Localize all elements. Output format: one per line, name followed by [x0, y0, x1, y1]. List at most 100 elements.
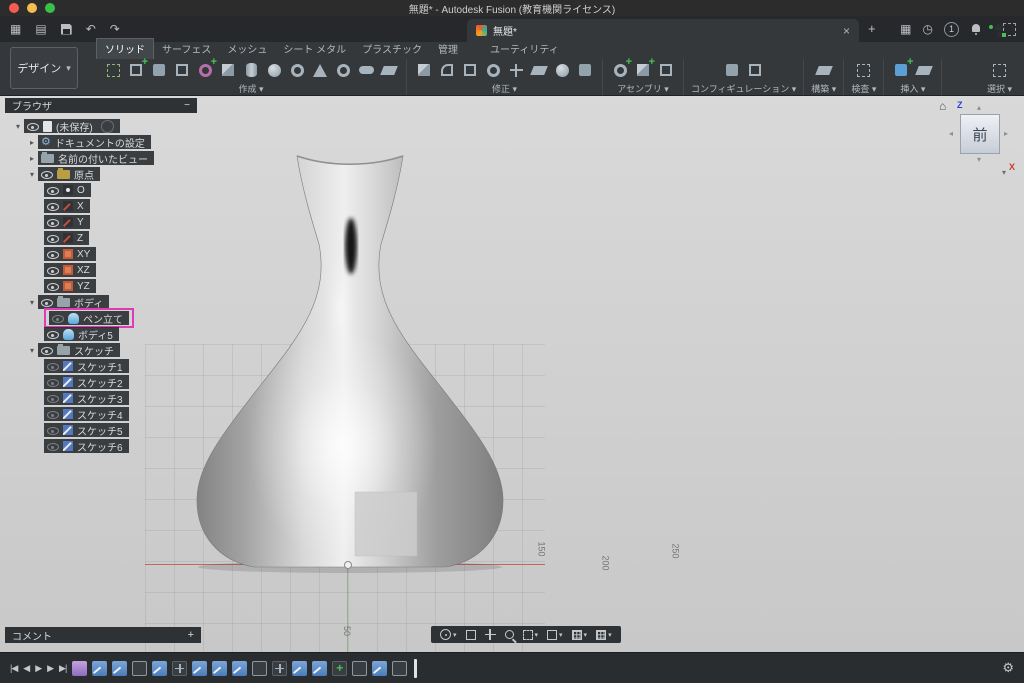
- visibility-eye-icon[interactable]: [41, 345, 53, 355]
- timeline-feature-combine[interactable]: [332, 661, 347, 676]
- notifications-bell-icon[interactable]: [970, 23, 981, 35]
- workspace-selector[interactable]: デザイン ▾: [10, 47, 78, 89]
- fillet-icon[interactable]: [437, 59, 457, 81]
- primitive-torus-icon[interactable]: [287, 59, 307, 81]
- insert-icon[interactable]: [891, 59, 911, 81]
- disclosure-expanded-icon[interactable]: ▾: [26, 346, 38, 355]
- group-configuration-label[interactable]: コンフィギュレーション ▾: [691, 82, 796, 95]
- group-modify-label[interactable]: 修正 ▾: [492, 82, 517, 95]
- step-back-button[interactable]: ◀: [23, 663, 29, 674]
- timeline-feature[interactable]: [252, 661, 267, 676]
- sweep-icon[interactable]: [356, 59, 376, 81]
- tab-plastic[interactable]: プラスチック: [354, 39, 430, 59]
- timeline-feature-move[interactable]: [172, 661, 187, 676]
- disclosure-expanded-icon[interactable]: ▾: [12, 122, 24, 131]
- pan-tool[interactable]: [485, 629, 496, 640]
- grid-settings[interactable]: ▾: [572, 630, 588, 640]
- timeline-feature-sketch[interactable]: [152, 661, 167, 676]
- primitive-box-icon[interactable]: [218, 59, 238, 81]
- tab-sheet-metal[interactable]: シート メタル: [275, 39, 354, 59]
- comments-bar[interactable]: コメント +: [5, 627, 201, 643]
- redo-icon[interactable]: ↷: [110, 23, 120, 35]
- browser-item-sketch-3[interactable]: スケッチ3: [5, 390, 197, 406]
- browser-item-root[interactable]: ▾ (未保存): [5, 118, 197, 134]
- close-tab-icon[interactable]: ×: [843, 24, 850, 38]
- derive-icon[interactable]: [126, 59, 146, 81]
- go-to-end-button[interactable]: ▶|: [59, 663, 66, 674]
- rotate-left-icon[interactable]: ◂: [949, 130, 953, 138]
- change-parameters-icon[interactable]: [575, 59, 595, 81]
- group-select-label[interactable]: 選択 ▾: [987, 82, 1012, 95]
- browser-item-plane-xy[interactable]: XY: [5, 246, 197, 262]
- origin-point[interactable]: [344, 561, 352, 569]
- timeline-feature[interactable]: [392, 661, 407, 676]
- offset-plane-icon[interactable]: [814, 59, 834, 81]
- view-cube-menu-icon[interactable]: ▾: [1002, 168, 1006, 177]
- physical-material-icon[interactable]: [552, 59, 572, 81]
- visibility-eye-icon[interactable]: [47, 425, 59, 435]
- disclosure-expanded-icon[interactable]: ▾: [26, 170, 38, 179]
- visibility-eye-icon[interactable]: [47, 329, 59, 339]
- combine-icon[interactable]: [483, 59, 503, 81]
- browser-item-sketch-5[interactable]: スケッチ5: [5, 422, 197, 438]
- rotate-down-icon[interactable]: ▾: [977, 156, 981, 164]
- timeline-feature-sketch[interactable]: [212, 661, 227, 676]
- visibility-eye-icon[interactable]: [47, 281, 59, 291]
- revolve-icon[interactable]: [333, 59, 353, 81]
- press-pull-icon[interactable]: [414, 59, 434, 81]
- vase-model[interactable]: [140, 146, 560, 576]
- orbit-tool[interactable]: ▾: [440, 629, 457, 640]
- play-button[interactable]: ▶: [35, 663, 41, 674]
- step-forward-button[interactable]: ▶: [47, 663, 53, 674]
- group-create-label[interactable]: 作成 ▾: [238, 82, 263, 95]
- timeline-settings-gear-icon[interactable]: ⚙: [1002, 660, 1014, 676]
- decal-icon[interactable]: [914, 59, 934, 81]
- display-settings[interactable]: ▾: [547, 630, 563, 640]
- visibility-eye-icon[interactable]: [47, 201, 59, 211]
- timeline-feature-form[interactable]: [72, 661, 87, 676]
- disclosure-collapsed-icon[interactable]: ▸: [26, 138, 38, 147]
- zoom-window-button[interactable]: [45, 3, 55, 13]
- select-icon[interactable]: [989, 59, 1009, 81]
- visibility-eye-icon[interactable]: [47, 377, 59, 387]
- undo-icon[interactable]: ↶: [86, 23, 96, 35]
- disclosure-expanded-icon[interactable]: ▾: [26, 298, 38, 307]
- move-copy-icon[interactable]: [506, 59, 526, 81]
- browser-item-named-views[interactable]: ▸ 名前の付いたビュー: [5, 150, 197, 166]
- close-window-button[interactable]: [9, 3, 19, 13]
- go-to-start-button[interactable]: |◀: [10, 663, 17, 674]
- viewports-setting[interactable]: ▾: [596, 630, 612, 640]
- visibility-eye-icon[interactable]: [47, 441, 59, 451]
- primitive-cylinder-icon[interactable]: [241, 59, 261, 81]
- browser-item-body-5[interactable]: ボディ5: [5, 326, 197, 342]
- visibility-eye-icon[interactable]: [47, 361, 59, 371]
- group-assemble-label[interactable]: アセンブリ ▾: [617, 82, 669, 95]
- configure-icon[interactable]: [722, 59, 742, 81]
- save-icon[interactable]: [61, 24, 72, 35]
- browser-item-sketch-2[interactable]: スケッチ2: [5, 374, 197, 390]
- configuration-table-icon[interactable]: [745, 59, 765, 81]
- look-at-tool[interactable]: [466, 630, 476, 640]
- group-inspect-label[interactable]: 検査 ▾: [851, 82, 876, 95]
- add-comment-icon[interactable]: +: [188, 629, 194, 641]
- timeline-feature-sketch[interactable]: [372, 661, 387, 676]
- home-view-icon[interactable]: ⌂: [939, 99, 946, 113]
- visibility-eye-icon[interactable]: [41, 169, 53, 179]
- file-menu-icon[interactable]: ▤: [35, 23, 46, 35]
- browser-item-body-pen-stand[interactable]: ペン立て: [5, 310, 197, 326]
- rotate-right-icon[interactable]: ▸: [1004, 130, 1008, 138]
- presence-count-badge[interactable]: 1: [944, 22, 959, 37]
- visibility-eye-icon[interactable]: [47, 409, 59, 419]
- extrude-icon[interactable]: [310, 59, 330, 81]
- primitive-sphere-icon[interactable]: [264, 59, 284, 81]
- browser-item-plane-yz[interactable]: YZ: [5, 278, 197, 294]
- timeline-position-marker[interactable]: [414, 659, 417, 678]
- tab-utilities[interactable]: ユーティリティ: [482, 39, 567, 59]
- browser-item-axis-z[interactable]: Z: [5, 230, 197, 246]
- timeline-feature[interactable]: [352, 661, 367, 676]
- visibility-eye-icon[interactable]: [47, 393, 59, 403]
- visibility-eye-icon[interactable]: [41, 297, 53, 307]
- timeline-feature[interactable]: [132, 661, 147, 676]
- browser-item-axis-x[interactable]: X: [5, 198, 197, 214]
- visibility-eye-icon[interactable]: [47, 249, 59, 259]
